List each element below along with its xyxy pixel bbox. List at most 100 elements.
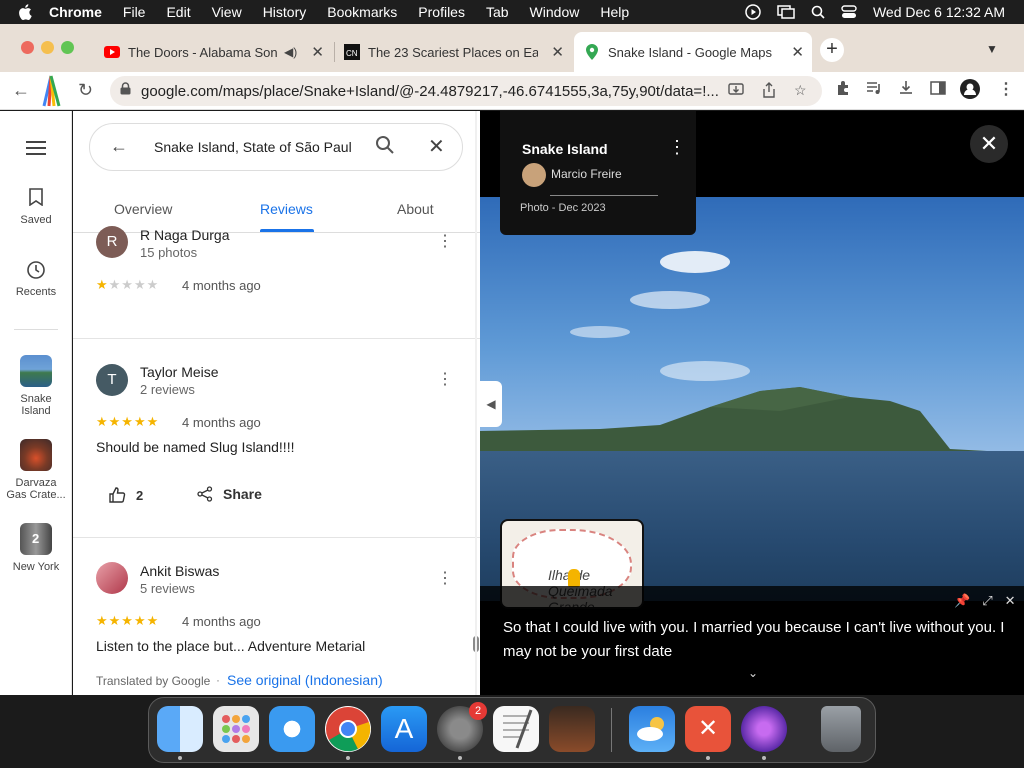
menu-edit[interactable]: Edit	[166, 4, 190, 20]
trash-icon[interactable]	[821, 706, 861, 752]
search-icon[interactable]	[375, 135, 395, 160]
address-bar[interactable]: google.com/maps/place/Snake+Island/@-24.…	[110, 76, 822, 106]
menu-help[interactable]: Help	[600, 4, 629, 20]
tab-youtube[interactable]: The Doors - Alabama Son ◀) ✕	[94, 32, 332, 72]
reviewer-name[interactable]: Ankit Biswas	[140, 563, 219, 579]
chrome-labs-icon[interactable]	[40, 74, 62, 108]
hamburger-menu-icon[interactable]	[26, 141, 46, 159]
search-input[interactable]: Snake Island, State of São Paul	[154, 139, 359, 155]
close-tab-icon[interactable]: ✕	[791, 43, 804, 61]
window-zoom-button[interactable]	[61, 41, 74, 54]
tab-google-maps[interactable]: Snake Island - Google Maps ✕	[574, 32, 812, 72]
more-options-icon[interactable]: ⋮	[437, 372, 453, 388]
clear-search-icon[interactable]: ✕	[428, 134, 445, 159]
close-tab-icon[interactable]: ✕	[311, 43, 324, 61]
share-icon[interactable]	[762, 82, 776, 101]
close-photo-button[interactable]: ✕	[970, 125, 1008, 163]
like-button[interactable]: 2	[108, 486, 143, 504]
weather-icon[interactable]	[629, 706, 675, 752]
pegman-icon[interactable]	[568, 569, 580, 587]
collapse-panel-button[interactable]: ◀	[480, 381, 502, 427]
finder-icon[interactable]	[157, 706, 203, 752]
back-arrow-icon[interactable]: ←	[110, 136, 128, 157]
menu-bookmarks[interactable]: Bookmarks	[327, 4, 397, 20]
menu-profiles[interactable]: Profiles	[418, 4, 465, 20]
rail-place-darvaza[interactable]: Darvaza Gas Crate...	[0, 439, 72, 501]
rail-recents[interactable]: Recents	[0, 260, 72, 298]
app-store-icon[interactable]: A	[381, 706, 427, 752]
translated-note: Translated by Google	[96, 674, 211, 688]
speaker-icon[interactable]: ◀)	[284, 45, 297, 59]
pin-icon[interactable]: 📌	[954, 593, 970, 609]
remote-desktop-icon[interactable]: ✕	[685, 706, 731, 752]
running-indicator	[458, 756, 462, 760]
rail-saved[interactable]: Saved	[0, 188, 72, 226]
play-icon[interactable]	[745, 4, 761, 20]
control-center-icon[interactable]	[841, 5, 857, 19]
window-close-button[interactable]	[21, 41, 34, 54]
tab-overview[interactable]: Overview	[114, 201, 172, 217]
bookmark-star-icon[interactable]: ☆	[794, 82, 807, 99]
reviewer-name[interactable]: R Naga Durga	[140, 227, 230, 243]
live-caption-bubble: 📌 ⤢ ✕ So that I could live with you. I m…	[480, 586, 1024, 695]
share-button[interactable]: Share	[197, 486, 262, 502]
back-arrow-icon[interactable]: ←	[12, 80, 30, 101]
extensions-icon[interactable]	[835, 80, 851, 100]
more-options-icon[interactable]: ⋮	[668, 138, 686, 156]
install-app-icon[interactable]	[728, 82, 744, 101]
menu-view[interactable]: View	[212, 4, 242, 20]
menu-app-chrome[interactable]: Chrome	[49, 4, 102, 20]
author-avatar[interactable]	[522, 163, 546, 187]
menu-clock[interactable]: Wed Dec 6 12:32 AM	[873, 4, 1005, 20]
download-icon[interactable]	[898, 80, 914, 100]
profile-avatar-icon[interactable]	[960, 79, 980, 103]
photo-author[interactable]: Marcio Freire	[551, 167, 622, 181]
photo-viewer: Snake Island ⋮ Marcio Freire Photo - Dec…	[480, 111, 1024, 695]
lock-icon[interactable]	[120, 82, 131, 100]
more-options-icon[interactable]: ⋮	[437, 571, 453, 587]
photo-place-name[interactable]: Snake Island	[522, 141, 608, 157]
screen-mirroring-icon[interactable]	[777, 5, 795, 19]
menu-history[interactable]: History	[263, 4, 307, 20]
textedit-icon[interactable]	[493, 706, 539, 752]
reviewer-subtitle: 5 reviews	[140, 581, 195, 596]
expand-icon[interactable]: ⤢	[982, 593, 992, 609]
close-tab-icon[interactable]: ✕	[551, 43, 564, 61]
maps-search-box[interactable]: ← Snake Island, State of São Paul ✕	[89, 123, 463, 171]
reviewer-name[interactable]: Taylor Meise	[140, 364, 219, 380]
chrome-icon[interactable]	[325, 706, 371, 752]
apple-icon[interactable]	[17, 3, 35, 21]
safari-icon[interactable]	[269, 706, 315, 752]
rail-place-new-york[interactable]: 2 New York	[0, 523, 72, 573]
youtube-icon	[104, 44, 120, 60]
reload-icon[interactable]: ↻	[78, 80, 93, 101]
see-original-link[interactable]: See original (Indonesian)	[227, 672, 383, 688]
tab-search-chevron-icon[interactable]: ▼	[986, 42, 998, 56]
spotlight-search-icon[interactable]	[811, 5, 825, 19]
url-text[interactable]: google.com/maps/place/Snake+Island/@-24.…	[141, 83, 719, 100]
window-minimize-button[interactable]	[41, 41, 54, 54]
tab-reviews[interactable]: Reviews	[260, 201, 313, 217]
review-time: 4 months ago	[182, 278, 261, 293]
avatar[interactable]: R	[96, 226, 128, 258]
avatar[interactable]: T	[96, 364, 128, 396]
media-controls-icon[interactable]	[866, 80, 882, 100]
launchpad-icon[interactable]	[213, 706, 259, 752]
close-caption-icon[interactable]: ✕	[1005, 593, 1016, 609]
chrome-menu-icon[interactable]: ⋮	[998, 79, 1014, 99]
new-tab-button[interactable]: +	[820, 38, 844, 62]
menu-file[interactable]: File	[123, 4, 146, 20]
tor-browser-icon[interactable]	[741, 706, 787, 752]
running-indicator	[346, 756, 350, 760]
rail-place-snake-island[interactable]: Snake Island	[0, 355, 72, 417]
avatar[interactable]	[96, 562, 128, 594]
chevron-down-icon[interactable]: ⌄	[748, 666, 758, 680]
side-panel-icon[interactable]	[930, 80, 946, 100]
menu-window[interactable]: Window	[530, 4, 580, 20]
more-options-icon[interactable]: ⋮	[437, 234, 453, 250]
tab-cnt[interactable]: CN The 23 Scariest Places on Ear ✕	[334, 32, 572, 72]
tab-about[interactable]: About	[397, 201, 434, 217]
garageband-icon[interactable]	[549, 706, 595, 752]
menu-tab[interactable]: Tab	[486, 4, 509, 20]
scrollbar-track	[475, 111, 477, 695]
